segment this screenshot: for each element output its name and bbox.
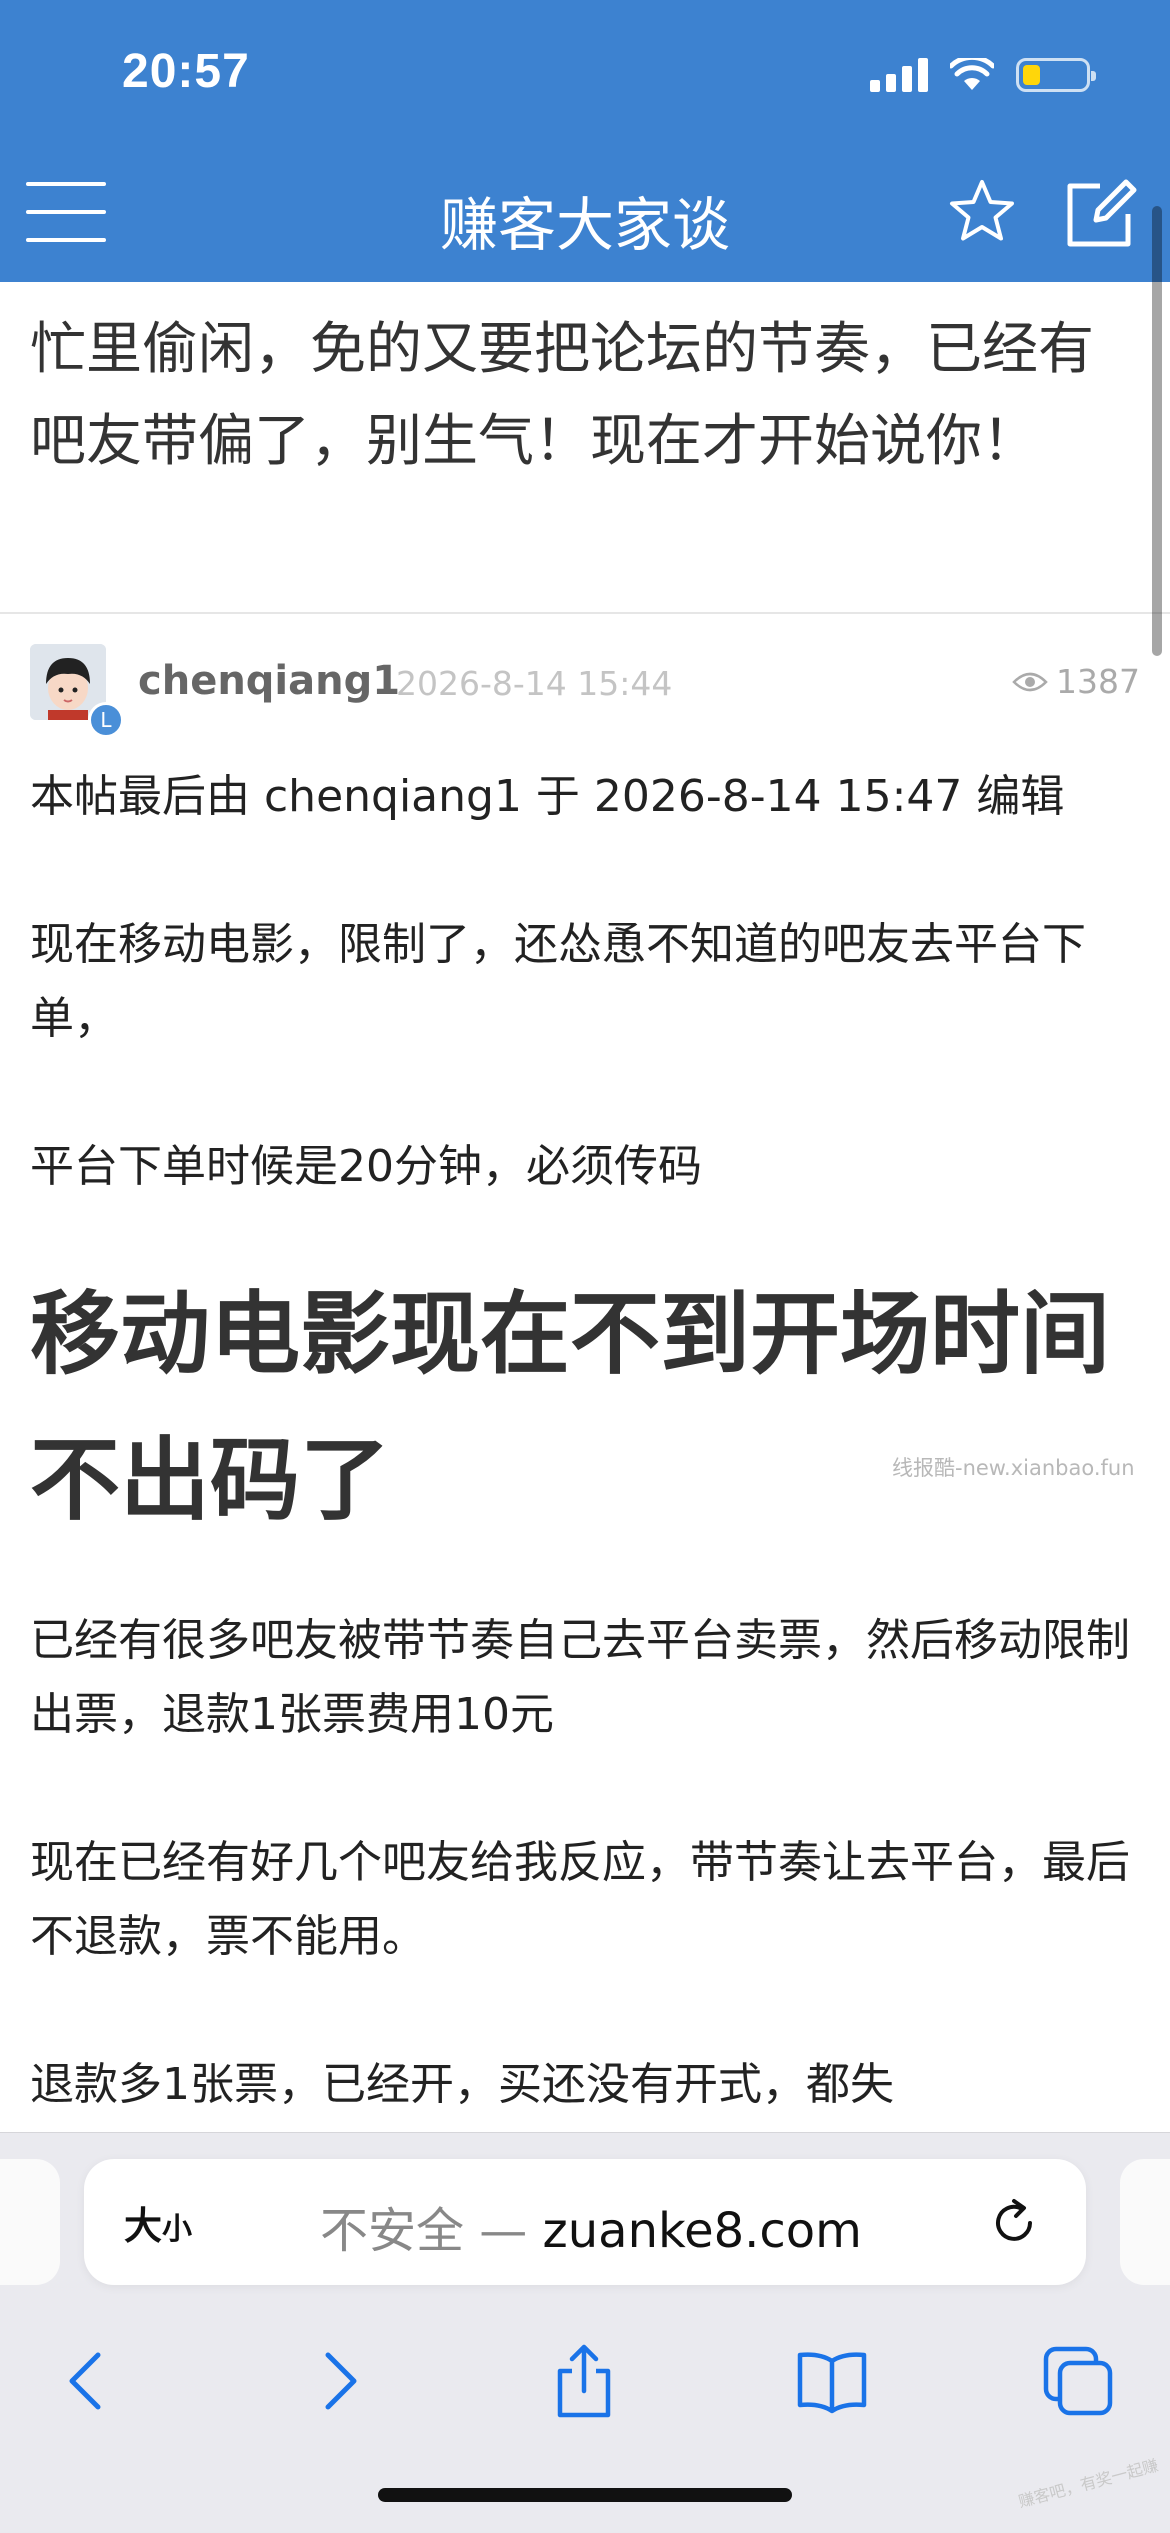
reload-icon[interactable] bbox=[986, 2195, 1042, 2251]
view-count-value: 1387 bbox=[1056, 662, 1140, 701]
thread-content: 忙里偷闲，免的又要把论坛的节奏，已经有吧友带偏了，别生气！现在才开始说你！ L … bbox=[0, 282, 1170, 2110]
nav-bar: 赚客大家谈 bbox=[0, 160, 1170, 282]
paragraph: 现在移动电影，限制了，还怂恿不知道的吧友去平台下单， bbox=[30, 919, 1086, 1044]
post-time: 2026-8-14 15:44 bbox=[396, 664, 673, 703]
insecure-label: 不安全 — bbox=[320, 2203, 543, 2259]
browser-toolbar bbox=[0, 2323, 1170, 2433]
tabs-icon[interactable] bbox=[1040, 2343, 1116, 2419]
post-username[interactable]: chenqiang1 bbox=[138, 658, 400, 704]
view-count: 1387 bbox=[1012, 662, 1140, 701]
battery-icon bbox=[1016, 58, 1096, 92]
status-icons bbox=[870, 54, 1096, 96]
share-icon[interactable] bbox=[546, 2343, 622, 2419]
address-bar[interactable]: 大小 不安全 — zuanke8.com bbox=[84, 2159, 1086, 2285]
post-headline: 移动电影现在不到开场时间不出码了 bbox=[30, 1282, 1110, 1533]
scrollbar[interactable] bbox=[1152, 206, 1162, 656]
forward-icon[interactable] bbox=[300, 2343, 376, 2419]
edit-note: 本帖最后由 chenqiang1 于 2026-8-14 15:47 编辑 bbox=[30, 771, 1065, 822]
url-display[interactable]: 不安全 — zuanke8.com bbox=[320, 2191, 862, 2261]
cellular-signal-icon bbox=[870, 58, 928, 92]
back-icon[interactable] bbox=[50, 2343, 126, 2419]
top-bar: 20:57 赚客大家谈 bbox=[0, 0, 1170, 282]
paragraph: 平台下单时候是20分钟，必须传码 bbox=[30, 1141, 702, 1192]
post-divider bbox=[0, 612, 1170, 614]
home-indicator[interactable] bbox=[378, 2488, 792, 2502]
level-badge: L bbox=[88, 702, 124, 738]
bookmarks-icon[interactable] bbox=[794, 2343, 870, 2419]
watermark: 线报酷-new.xianbao.fun bbox=[892, 1456, 1135, 1480]
status-time: 20:57 bbox=[122, 45, 250, 98]
domain-label: zuanke8.com bbox=[542, 2203, 862, 2259]
post-body: 本帖最后由 chenqiang1 于 2026-8-14 15:47 编辑 现在… bbox=[30, 760, 1140, 2122]
paragraph: 现在已经有好几个吧友给我反应，带节奏让去平台，最后不退款，票不能用。 bbox=[30, 1837, 1130, 1962]
next-tab-card[interactable] bbox=[1120, 2159, 1170, 2285]
previous-post-text: 忙里偷闲，免的又要把论坛的节奏，已经有吧友带偏了，别生气！现在才开始说你！ bbox=[30, 317, 1094, 474]
wifi-icon bbox=[950, 58, 994, 90]
previous-tab-card[interactable] bbox=[0, 2159, 60, 2285]
compose-icon[interactable] bbox=[1060, 174, 1140, 254]
star-icon[interactable] bbox=[946, 176, 1018, 248]
text-size-button[interactable]: 大小 bbox=[124, 2195, 192, 2250]
eye-icon bbox=[1012, 672, 1048, 691]
paragraph: 已经有很多吧友被带节奏自己去平台卖票，然后移动限制出票，退款1张票费用10元 bbox=[30, 1615, 1130, 1740]
post-header: L chenqiang1 2026-8-14 15:44 1387 bbox=[30, 644, 1140, 738]
paragraph-partial: 退款多1张票，已经开，买还没有开式，都失 bbox=[30, 2059, 894, 2110]
browser-bottom-bar: 大小 不安全 — zuanke8.com bbox=[0, 2132, 1170, 2533]
